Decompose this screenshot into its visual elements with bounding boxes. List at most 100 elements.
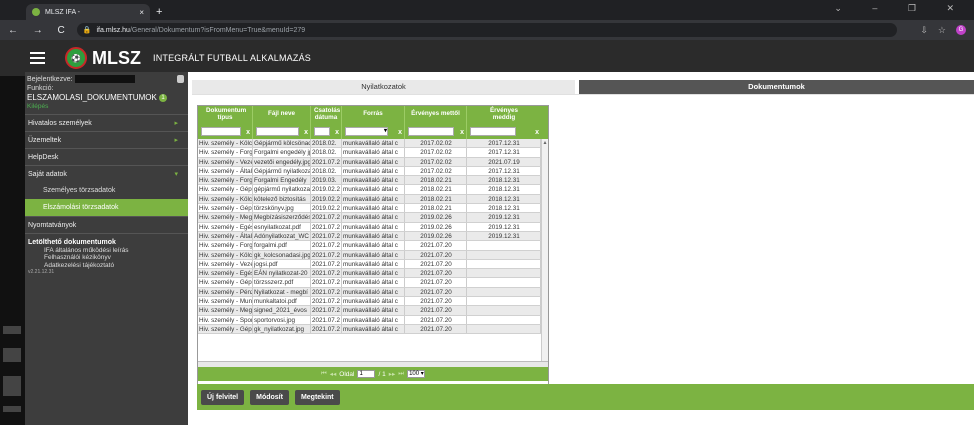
table-row[interactable]: Hiv. személy - Általá Gépjármű nyilatkoza…: [198, 166, 548, 177]
filter-input[interactable]: [256, 127, 299, 136]
sidebar-subitem-personal-data[interactable]: Személyes törzsadatok: [25, 182, 188, 199]
sidebar-item-forms[interactable]: Nyomtatványok: [25, 216, 188, 233]
table-cell: Nyilatkozat - megbí: [253, 287, 311, 297]
tab-close-icon[interactable]: ×: [139, 8, 144, 17]
download-link[interactable]: Felhasználói kézikönyv: [28, 254, 185, 262]
table-cell: vezetői engedély.jpg: [254, 157, 311, 166]
table-cell: Hiv. személy - Mun: [199, 297, 253, 306]
page-label: Oldal: [339, 370, 355, 378]
profile-avatar[interactable]: G: [956, 25, 966, 35]
table-cell: munkavállaló által c: [342, 269, 405, 278]
table-row[interactable]: Hiv. személy - Forg Forgalmi Engedély 2019…: [198, 176, 548, 186]
sidebar-item-own-data[interactable]: Saját adatok ▾: [25, 165, 188, 182]
table-cell: 2018.12.31: [467, 176, 541, 185]
address-bar[interactable]: 🔒 ifa.mlsz.hu/General/Dokumentum?isFromM…: [76, 23, 897, 37]
tab-declarations[interactable]: Nyilatkozatok: [192, 80, 575, 94]
table-row[interactable]: Hiv. személy - Kölcs gk_kolcsonadasi.jpg 2…: [198, 250, 548, 260]
table-row[interactable]: Hiv. személy - Mun munkaltatoi.pdf 2021.07…: [198, 297, 548, 307]
table-row[interactable]: Hiv. személy - Általá Adónyilatkozat_WC 20…: [198, 231, 548, 242]
table-cell: 2018.02.: [311, 166, 342, 176]
prev-page-icon[interactable]: ◂◂: [330, 370, 337, 378]
table-row[interactable]: Hiv. személy - Egés esnyilatkozat.pdf 2021…: [198, 222, 548, 232]
table-row[interactable]: Hiv. személy - KölcsGépjármű kölcsönadás…: [198, 139, 548, 149]
filter-select[interactable]: ▾: [345, 127, 388, 136]
clear-filter-icon[interactable]: x: [246, 129, 250, 137]
table-cell: munkavállaló által c: [342, 250, 405, 259]
sidebar-item-messages[interactable]: Üzemeltek ▸: [25, 131, 188, 148]
table-cell: 2018.02.: [311, 148, 342, 157]
table-row[interactable]: Hiv. személy - Forg forgalmi.pdf 2021.07.2…: [198, 241, 548, 251]
column-header[interactable]: Érvényes mettől x: [405, 106, 467, 139]
download-link[interactable]: IFA általános működési leírás: [28, 247, 185, 255]
table-row[interactable]: Hiv. személy - Egés EÁN nyilatkozat-20 202…: [198, 269, 548, 279]
column-header[interactable]: Érvényes meddig x: [467, 106, 541, 139]
documents-grid: Dokumentum típus x Fájl neve x Csatolás …: [197, 105, 549, 385]
table-cell: [467, 287, 541, 297]
column-header[interactable]: Fájl neve x: [253, 106, 311, 139]
tab-documents[interactable]: Dokumentumok: [579, 80, 974, 94]
table-cell: 2019.12.31: [467, 213, 541, 222]
page-size-select[interactable]: 100 ▾: [407, 370, 426, 378]
table-cell: munkavállaló által c: [342, 194, 405, 204]
nav-buttons[interactable]: ← → C: [8, 25, 71, 36]
filter-input[interactable]: [408, 127, 454, 136]
logged-in-label: Bejelentkezve:: [27, 76, 73, 83]
table-row[interactable]: Hiv. személy - Megl signed_2021_évos 2021.…: [198, 306, 548, 316]
table-cell: Hiv. személy - Veze: [199, 157, 253, 166]
table-row[interactable]: Hiv. személy - Veze jogsi.pdf 2021.07.2 mun…: [198, 259, 548, 270]
table-row[interactable]: Hiv. személy - Forg Forgalmi engedély jpg…: [198, 148, 548, 158]
column-header[interactable]: Csatolás dátuma x: [311, 106, 342, 139]
table-row[interactable]: Hiv. személy - Kölc kötelező biztosítás 20…: [198, 194, 548, 205]
download-link[interactable]: Adatkezelési tájékoztató: [28, 262, 185, 270]
bookmark-star-icon[interactable]: ☆: [938, 25, 946, 36]
download-icon[interactable]: ⇩: [920, 25, 928, 36]
vertical-scrollbar[interactable]: ▴: [541, 139, 548, 361]
filter-input[interactable]: [314, 127, 330, 136]
next-page-icon[interactable]: ▸▸: [389, 370, 396, 378]
sidebar-item-helpdesk[interactable]: HelpDesk: [25, 148, 188, 165]
clear-filter-icon[interactable]: x: [304, 129, 308, 137]
table-cell: 2018.12.31: [467, 204, 541, 213]
hamburger-menu-icon[interactable]: [30, 49, 45, 67]
column-header[interactable]: Forrás ▾ x: [342, 106, 405, 139]
new-entry-button[interactable]: Új felvitel: [201, 389, 245, 405]
window-controls[interactable]: ⌄ – ❐ ✕: [834, 3, 968, 14]
last-page-icon[interactable]: ⏭: [398, 370, 404, 378]
table-cell: esnyilatkozat.pdf: [253, 222, 311, 231]
user-icon[interactable]: [177, 75, 184, 83]
table-row[interactable]: Hiv. személy - Gép törzskönyv.jpg 2019.02.…: [198, 204, 548, 214]
table-cell: Hiv. személy - Forg: [199, 176, 253, 185]
table-cell: [467, 250, 541, 259]
clear-filter-icon[interactable]: x: [398, 129, 402, 137]
clear-filter-icon[interactable]: x: [535, 129, 539, 137]
edit-button[interactable]: Módosít: [250, 389, 289, 405]
table-row[interactable]: Hiv. személy - Gép gk_nyilatkozat.jpg 2021…: [198, 324, 548, 335]
table-row[interactable]: Hiv. személy - Veze vezetői engedély.jpg 2…: [198, 157, 548, 167]
version-label: v2.21.12.31: [28, 269, 55, 275]
clear-filter-icon[interactable]: x: [335, 129, 339, 137]
table-row[interactable]: Hiv. személy - Pénz Nyilatkozat - megbí 20…: [198, 287, 548, 298]
table-cell: EÁN nyilatkozat-20: [253, 269, 311, 278]
table-cell: 2021.07.20: [405, 306, 467, 315]
table-cell: gépjármű nyilatkozat: [254, 185, 311, 194]
user-info: Bejelentkezve: Funkció: ELSZAMOLASI_DOKU…: [25, 72, 188, 114]
view-button[interactable]: Megtekint: [294, 389, 340, 405]
sidebar-subitem-settlement-data[interactable]: Elszámolási törzsadatok: [25, 199, 188, 216]
logout-link[interactable]: Kilépés: [27, 102, 186, 111]
table-row[interactable]: Hiv. személy - Megl Megbízásiszerződés 202…: [198, 213, 548, 223]
page-input[interactable]: 1: [357, 370, 376, 378]
table-row[interactable]: Hiv. személy - Spor sportorvosi.jpg 2021.0…: [198, 315, 548, 325]
column-header[interactable]: Dokumentum típus x: [198, 106, 253, 139]
table-cell: 2021.07.2: [312, 297, 342, 306]
grid-body: Hiv. személy - KölcsGépjármű kölcsönadás…: [198, 139, 548, 361]
new-tab-button[interactable]: +: [156, 6, 162, 18]
filter-input[interactable]: [201, 127, 241, 136]
filter-input[interactable]: [470, 127, 516, 136]
scroll-up-icon[interactable]: ▴: [542, 139, 548, 146]
clear-filter-icon[interactable]: x: [460, 129, 464, 137]
first-page-icon[interactable]: ⏮: [321, 370, 327, 378]
sidebar-item-officials[interactable]: Hivatalos személyek ▸: [25, 114, 188, 131]
table-row[interactable]: Hiv. személy - Gép gépjármű nyilatkozat 20…: [198, 185, 548, 195]
browser-tab[interactable]: MLSZ IFA - ×: [26, 4, 150, 20]
table-row[interactable]: Hiv. személy - Gép törzsszerz.pdf 2021.07.…: [198, 278, 548, 288]
